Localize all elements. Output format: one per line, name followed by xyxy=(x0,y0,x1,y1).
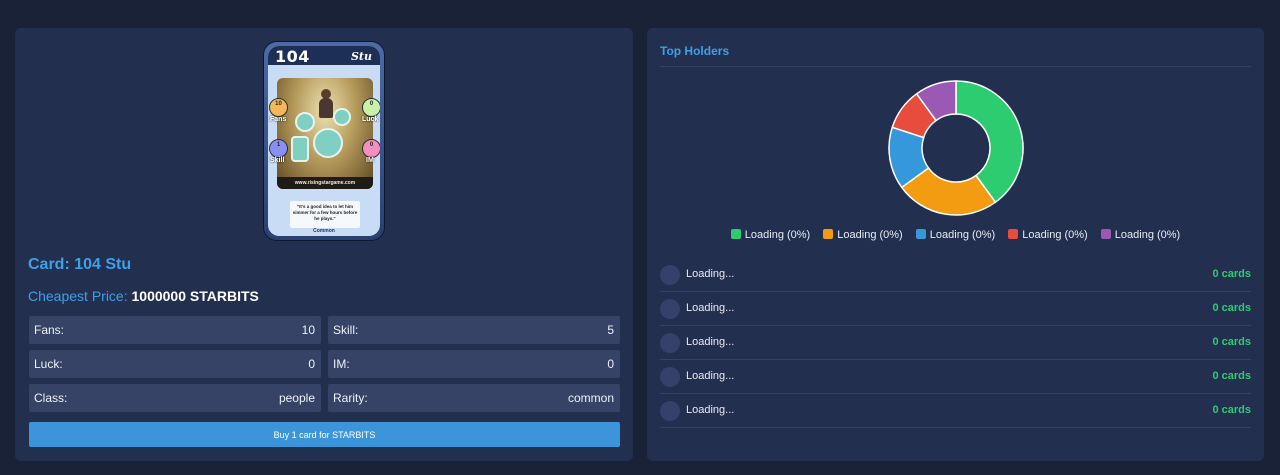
fans-stat-value: 10 xyxy=(275,101,282,107)
drum-shape xyxy=(295,112,315,132)
buy-card-button[interactable]: Buy 1 card for STARBITS xyxy=(29,422,620,447)
holder-name: Loading... xyxy=(686,302,735,314)
drum-shape xyxy=(291,136,309,162)
price-label: Cheapest Price: xyxy=(28,288,128,304)
card-rarity-tag: Common xyxy=(313,228,335,234)
stat-value: 5 xyxy=(607,323,614,337)
stat-label: Skill: xyxy=(333,323,359,337)
top-holders-panel: Top Holders Loading (0%) Loading (0%) Lo… xyxy=(647,28,1264,461)
card-website: www.risingstargame.com xyxy=(277,177,373,189)
drummer-body-shape xyxy=(319,98,333,118)
holder-card-count: 0 cards xyxy=(1212,404,1251,416)
legend-label: Loading (0%) xyxy=(1114,229,1181,241)
legend-item[interactable]: Loading (0%) xyxy=(730,229,811,241)
legend-label: Loading (0%) xyxy=(1022,229,1088,241)
avatar xyxy=(660,299,680,319)
holder-name: Loading... xyxy=(686,336,735,348)
stat-rarity: Rarity: common xyxy=(328,384,620,412)
top-holders-title: Top Holders xyxy=(660,44,730,58)
luck-stat-circle: 0 xyxy=(362,98,380,117)
card-details-panel: 104 Stu www.risingstargame.com 10 Fans 0… xyxy=(15,28,633,461)
legend-label: Loading (0%) xyxy=(744,229,811,241)
holder-card-count: 0 cards xyxy=(1212,336,1251,348)
holder-row[interactable]: Loading... 0 cards xyxy=(660,292,1251,326)
stat-value: 0 xyxy=(308,357,315,371)
card-image-name: Stu xyxy=(350,50,372,63)
card-image: 104 Stu www.risingstargame.com 10 Fans 0… xyxy=(263,41,385,241)
stat-label: IM: xyxy=(333,357,350,371)
stat-label: Fans: xyxy=(34,323,65,337)
stat-value: 10 xyxy=(301,323,315,337)
avatar xyxy=(660,333,680,353)
card-face: 104 Stu www.risingstargame.com 10 Fans 0… xyxy=(268,46,380,236)
avatar xyxy=(660,401,680,421)
stat-label: Rarity: xyxy=(333,391,368,405)
cheapest-price: Cheapest Price: 1000000 STARBITS xyxy=(28,288,259,304)
im-stat-value: 0 xyxy=(369,142,374,148)
stat-label: Luck: xyxy=(34,357,63,371)
legend-label: Loading (0%) xyxy=(929,229,996,241)
skill-stat-circle: 1 xyxy=(269,139,288,158)
skill-stat-value: 1 xyxy=(276,142,281,148)
holder-row[interactable]: Loading... 0 cards xyxy=(660,326,1251,360)
avatar xyxy=(660,367,680,387)
divider xyxy=(660,66,1251,67)
legend-item[interactable]: Loading (0%) xyxy=(915,229,996,241)
stat-value: 0 xyxy=(607,357,614,371)
drum-shape xyxy=(333,108,351,126)
fans-stat-label: Fans xyxy=(270,116,287,123)
legend-swatch xyxy=(1100,229,1111,239)
price-value: 1000000 STARBITS xyxy=(131,288,259,304)
holder-card-count: 0 cards xyxy=(1212,370,1251,382)
legend-swatch xyxy=(1008,229,1019,239)
stat-value: common xyxy=(567,391,614,405)
stat-value: people xyxy=(278,391,315,405)
stat-class: Class: people xyxy=(29,384,321,412)
legend-label: Loading (0%) xyxy=(837,229,903,241)
legend-swatch xyxy=(823,229,834,239)
holder-row[interactable]: Loading... 0 cards xyxy=(660,360,1251,394)
holder-row[interactable]: Loading... 0 cards xyxy=(660,258,1251,292)
card-header-bar: 104 Stu xyxy=(268,46,380,66)
avatar xyxy=(660,265,680,285)
card-photo: www.risingstargame.com xyxy=(277,78,373,189)
card-title: Card: 104 Stu xyxy=(28,256,132,273)
holder-card-count: 0 cards xyxy=(1212,268,1251,280)
stat-skill: Skill: 5 xyxy=(328,316,620,344)
legend-item[interactable]: Loading (0%) xyxy=(1100,229,1181,241)
stat-im: IM: 0 xyxy=(328,350,620,378)
stat-label: Class: xyxy=(34,391,68,405)
chart-legend: Loading (0%) Loading (0%) Loading (0%) L… xyxy=(647,229,1264,241)
legend-swatch xyxy=(915,229,926,239)
luck-stat-label: Luck xyxy=(362,116,379,123)
bass-drum-shape xyxy=(313,128,343,158)
holder-card-count: 0 cards xyxy=(1212,302,1251,314)
stat-luck: Luck: 0 xyxy=(29,350,321,378)
im-stat-circle: 0 xyxy=(362,139,380,158)
card-image-number: 104 xyxy=(275,47,310,66)
fans-stat-circle: 10 xyxy=(269,98,288,117)
stat-fans: Fans: 10 xyxy=(29,316,321,344)
skill-stat-label: Skill xyxy=(270,157,285,164)
holders-donut-chart xyxy=(888,80,1024,216)
card-quote: "It's a good idea to let him simmer for … xyxy=(290,201,360,228)
im-stat-label: IM xyxy=(366,157,374,164)
legend-swatch xyxy=(730,229,741,239)
holder-name: Loading... xyxy=(686,268,735,280)
legend-item[interactable]: Loading (0%) xyxy=(823,229,903,241)
holder-row[interactable]: Loading... 0 cards xyxy=(660,394,1251,428)
holder-name: Loading... xyxy=(686,370,735,382)
legend-item[interactable]: Loading (0%) xyxy=(1008,229,1088,241)
luck-stat-value: 0 xyxy=(369,101,374,107)
holder-name: Loading... xyxy=(686,404,735,416)
